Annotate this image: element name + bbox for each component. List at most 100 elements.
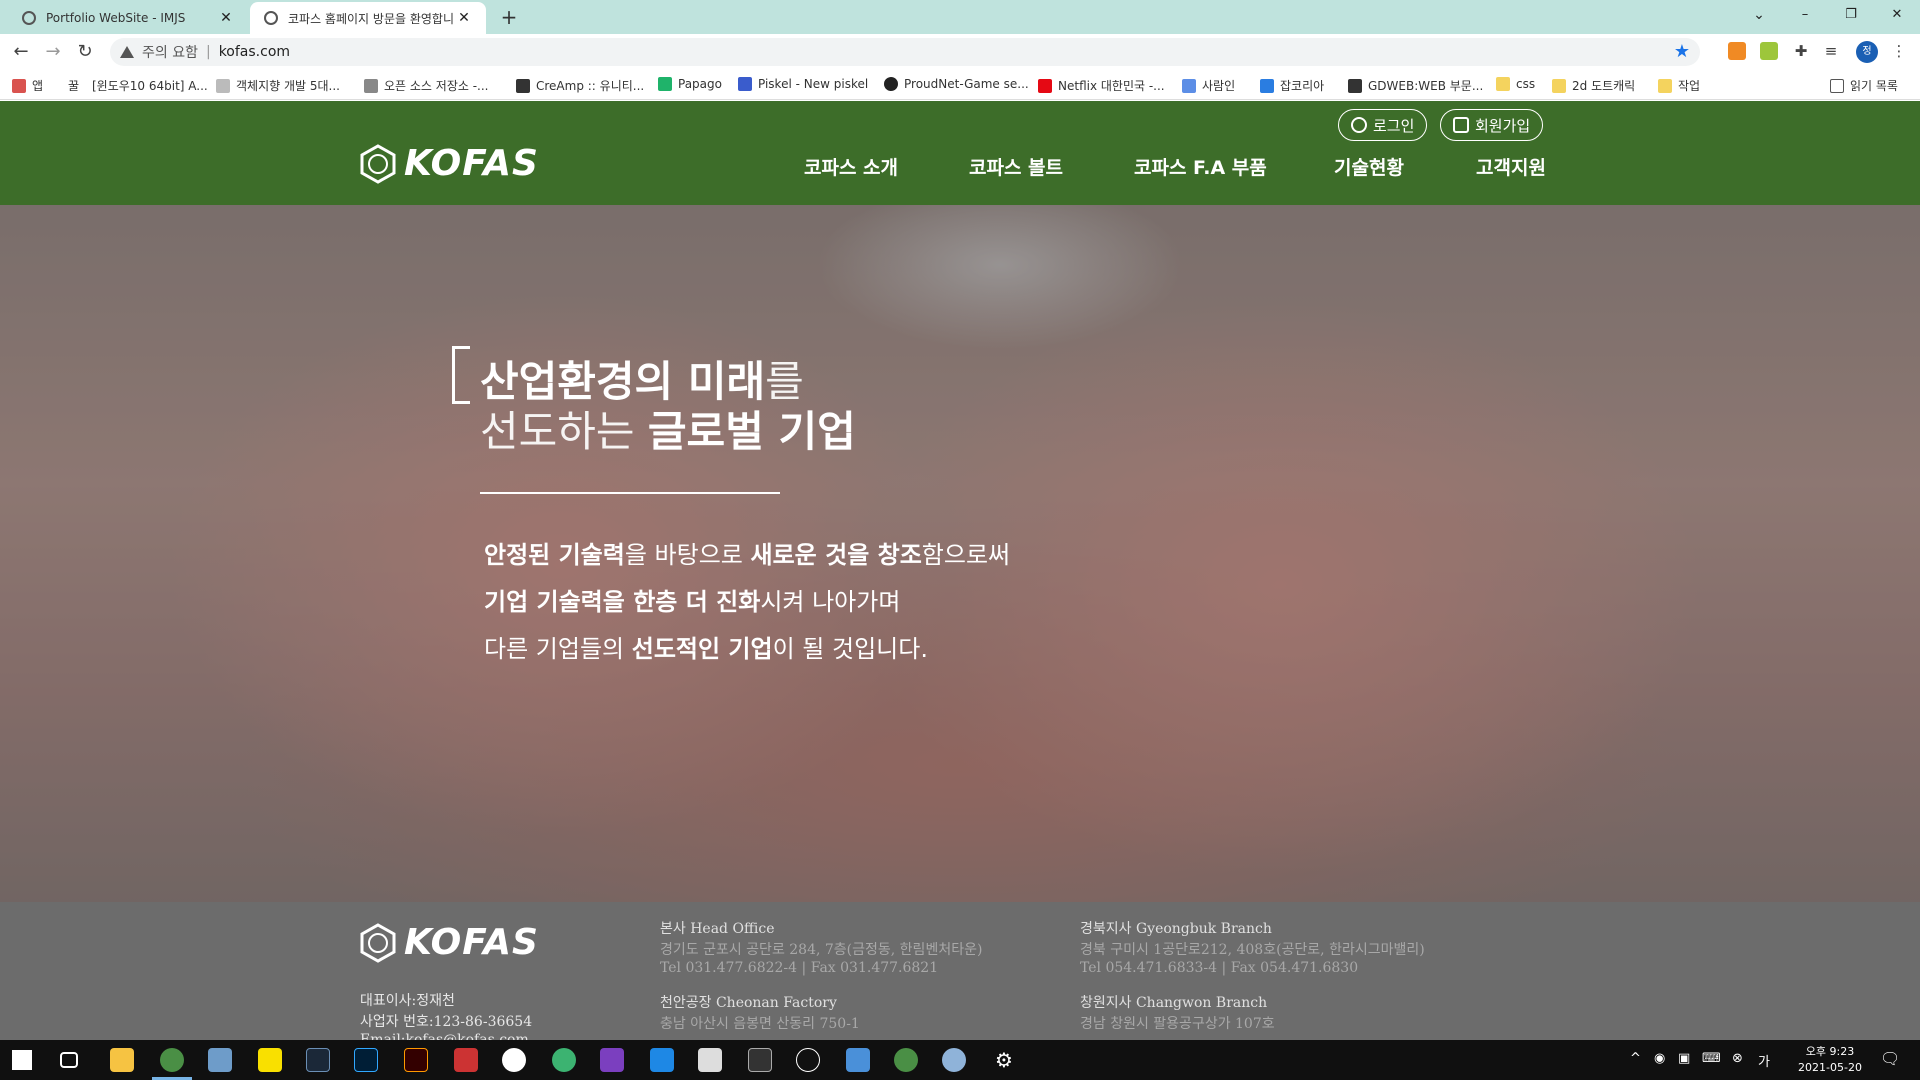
- app-icon[interactable]: [846, 1048, 870, 1072]
- tray-overflow-icon[interactable]: ^: [1630, 1051, 1641, 1066]
- close-window-button[interactable]: ✕: [1874, 0, 1920, 30]
- signup-button[interactable]: 회원가입: [1440, 109, 1544, 141]
- ime-icon[interactable]: 가: [1758, 1051, 1770, 1070]
- app-icon[interactable]: [552, 1048, 576, 1072]
- steam-icon[interactable]: [306, 1048, 330, 1072]
- file-explorer-icon[interactable]: [110, 1048, 134, 1072]
- bookmark-folder-css[interactable]: css: [1496, 77, 1535, 91]
- bookmark-label: 오픈 소스 저장소 -...: [384, 79, 489, 93]
- tab-search-icon[interactable]: ⌄: [1736, 0, 1782, 30]
- app-icon[interactable]: [942, 1048, 966, 1072]
- app-icon[interactable]: [502, 1048, 526, 1072]
- footer-logo[interactable]: KOFAS: [358, 922, 539, 963]
- footer-ceo: 대표이사:정재천: [360, 993, 455, 1009]
- bookmark-papago[interactable]: Papago: [658, 77, 722, 91]
- settings-gear-icon[interactable]: ⚙: [992, 1048, 1016, 1072]
- login-button[interactable]: 로그인: [1338, 109, 1428, 141]
- bookmark-label: Papago: [678, 77, 722, 91]
- puzzle-icon[interactable]: ✚: [1792, 42, 1810, 60]
- chrome-icon[interactable]: [160, 1048, 184, 1072]
- bookmark-piskel[interactable]: Piskel - New piskel: [738, 77, 868, 91]
- bookmark-item[interactable]: 꿀: [68, 77, 79, 94]
- footer-email[interactable]: Email:kofas@kofas.com: [360, 1032, 529, 1040]
- tab-close-icon[interactable]: ✕: [456, 10, 472, 26]
- chrome-icon[interactable]: [894, 1048, 918, 1072]
- task-view-icon[interactable]: [60, 1052, 78, 1068]
- app-icon[interactable]: [454, 1048, 478, 1072]
- jobkorea-icon: [1260, 78, 1274, 93]
- forward-arrow-icon[interactable]: →: [42, 41, 64, 63]
- bookmark-jobkorea[interactable]: 잡코리아: [1260, 77, 1324, 94]
- nav-support[interactable]: 고객지원: [1476, 153, 1546, 180]
- bookmark-item[interactable]: 객체지향 개발 5대...: [216, 77, 340, 94]
- copy-segment: 기업 기술력을 한층 더 진화: [484, 588, 761, 616]
- extension-icon[interactable]: [1760, 42, 1778, 60]
- menu-kebab-icon[interactable]: ⋮: [1890, 42, 1908, 60]
- bookmark-apps[interactable]: 앱: [12, 77, 43, 94]
- notification-icon[interactable]: 🗨: [1880, 1049, 1900, 1068]
- url-text[interactable]: kofas.com: [219, 44, 290, 60]
- remote-desktop-icon[interactable]: [208, 1048, 232, 1072]
- page-icon: [516, 78, 530, 93]
- bookmark-folder-dot[interactable]: 2d 도트캐릭: [1552, 77, 1635, 94]
- windows-start-icon[interactable]: [12, 1050, 32, 1070]
- office-phone: Tel 031.477.6822-4 | Fax 031.477.6821: [660, 960, 939, 976]
- extension-icon[interactable]: [1728, 42, 1746, 60]
- tab-kofas[interactable]: 코파스 홈페이지 방문을 환영합니 ✕: [250, 2, 486, 34]
- bookmark-netflix[interactable]: Netflix 대한민국 -...: [1038, 77, 1165, 94]
- folder-icon: [1496, 77, 1510, 91]
- taskbar-clock[interactable]: 오후 9:23 2021-05-20: [1790, 1044, 1870, 1076]
- keyboard-icon[interactable]: ⌨: [1702, 1051, 1721, 1066]
- bookmark-label: 작업: [1678, 79, 1701, 93]
- back-arrow-icon[interactable]: ←: [10, 41, 32, 63]
- app-icon[interactable]: [796, 1048, 820, 1072]
- nav-about[interactable]: 코파스 소개: [804, 153, 898, 180]
- visual-studio-icon[interactable]: [600, 1048, 624, 1072]
- bookmark-star-icon[interactable]: ★: [1674, 41, 1690, 62]
- minimize-button[interactable]: –: [1782, 0, 1828, 30]
- bookmark-saramin[interactable]: 사람인: [1182, 77, 1235, 94]
- login-label: 로그인: [1373, 116, 1415, 135]
- hero-copy: 안정된 기술력을 바탕으로 새로운 것을 창조함으로써 기업 기술력을 한층 더…: [484, 532, 1010, 673]
- media-list-icon[interactable]: ≡: [1822, 42, 1840, 60]
- bookmark-label: Netflix 대한민국 -...: [1058, 79, 1165, 93]
- bookmark-label: CreAmp :: 유니티...: [536, 79, 645, 93]
- reading-list-button[interactable]: 읽기 목록: [1830, 77, 1898, 94]
- hero-title-line-1: 산업환경의 미래를: [480, 357, 856, 407]
- bookmark-proudnet[interactable]: ProudNet-Game se...: [884, 77, 1029, 91]
- nav-fa-parts[interactable]: 코파스 F.A 부품: [1134, 153, 1267, 180]
- photoshop-icon[interactable]: [354, 1048, 378, 1072]
- new-tab-button[interactable]: +: [496, 4, 522, 30]
- maximize-button[interactable]: ❐: [1828, 0, 1874, 30]
- brand-wordmark: KOFAS: [404, 922, 539, 963]
- copy-segment: 다른 기업들의: [484, 635, 632, 663]
- profile-avatar[interactable]: 정: [1856, 41, 1878, 63]
- nav-technology[interactable]: 기술현황: [1334, 153, 1404, 180]
- kofas-logo[interactable]: KOFAS: [358, 143, 539, 184]
- bookmark-folder-work[interactable]: 작업: [1658, 77, 1700, 94]
- terminal-icon[interactable]: [748, 1048, 772, 1072]
- bookmark-label: Piskel - New piskel: [758, 77, 869, 91]
- kakaotalk-icon[interactable]: [258, 1048, 282, 1072]
- hero-title-bold: 산업환경의 미래: [480, 357, 766, 406]
- security-label[interactable]: 주의 요함: [142, 42, 198, 62]
- unity-icon[interactable]: [698, 1048, 722, 1072]
- bookmark-label: css: [1516, 77, 1536, 91]
- tab-close-icon[interactable]: ✕: [218, 10, 234, 26]
- bookmark-item[interactable]: [윈도우10 64bit] A...: [92, 77, 208, 94]
- tray-app-icon[interactable]: ◉: [1654, 1051, 1665, 1066]
- bookmark-item[interactable]: CreAmp :: 유니티...: [516, 77, 644, 94]
- tab-portfolio[interactable]: Portfolio WebSite - IMJS ✕: [8, 2, 248, 34]
- signup-label: 회원가입: [1475, 116, 1531, 135]
- warning-icon: [120, 46, 134, 58]
- illustrator-icon[interactable]: [404, 1048, 428, 1072]
- address-bar[interactable]: 주의 요함 | kofas.com ★: [110, 38, 1700, 66]
- bookmark-item[interactable]: 오픈 소스 저장소 -...: [364, 77, 489, 94]
- bookmark-gdweb[interactable]: GDWEB:WEB 부문...: [1348, 77, 1483, 94]
- reload-icon[interactable]: ↻: [74, 41, 96, 63]
- tray-app-icon[interactable]: ▣: [1678, 1051, 1690, 1066]
- nav-bolts[interactable]: 코파스 볼트: [969, 153, 1063, 180]
- vscode-icon[interactable]: [650, 1048, 674, 1072]
- folder-icon: [1552, 78, 1566, 93]
- tray-app-icon[interactable]: ⊗: [1732, 1051, 1743, 1066]
